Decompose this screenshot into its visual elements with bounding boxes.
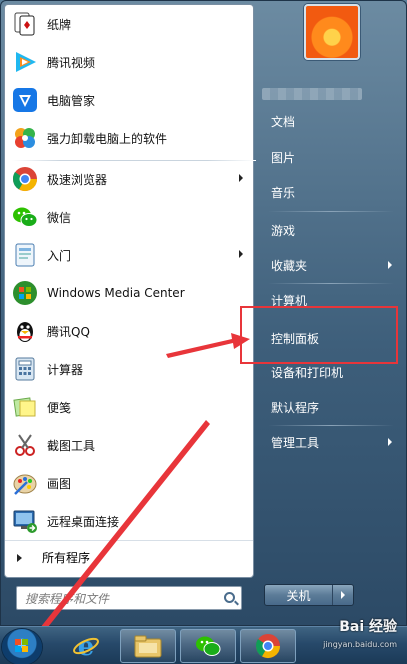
shutdown-button-group: 关机 bbox=[264, 584, 354, 606]
submenu-arrow-icon bbox=[239, 174, 243, 182]
program-list-lower: 极速浏览器 微信 入门 Windows Media Center 腾讯QQ 计算 bbox=[5, 160, 253, 540]
program-label: 入门 bbox=[47, 248, 72, 263]
taskbar-ie-button[interactable]: e bbox=[58, 629, 114, 663]
taskbar-wechat-button[interactable] bbox=[180, 629, 236, 663]
program-item-calculator[interactable]: 计算器 bbox=[5, 350, 253, 388]
divider bbox=[268, 211, 394, 212]
right-item-music[interactable]: 音乐 bbox=[262, 175, 400, 209]
program-label: 远程桌面连接 bbox=[47, 514, 120, 529]
right-item-documents[interactable]: 文档 bbox=[262, 104, 400, 138]
start-orb-button[interactable] bbox=[2, 629, 42, 664]
pc-manager-shield-icon bbox=[9, 84, 41, 116]
program-label: 电脑管家 bbox=[47, 93, 96, 108]
right-item-label: 文档 bbox=[271, 114, 296, 129]
search-icon bbox=[224, 592, 235, 603]
all-programs-button[interactable]: 所有程序 bbox=[5, 540, 253, 574]
chrome-like-browser-icon bbox=[255, 634, 280, 659]
svg-text:e: e bbox=[78, 632, 95, 661]
right-item-pictures[interactable]: 图片 bbox=[262, 140, 400, 174]
watermark-url: jingyan.baidu.com bbox=[323, 640, 397, 649]
program-item-browser[interactable]: 极速浏览器 bbox=[5, 160, 253, 198]
triangle-right-icon bbox=[17, 553, 22, 562]
program-label: 计算器 bbox=[47, 362, 84, 377]
submenu-arrow-icon bbox=[388, 438, 392, 446]
program-label: 强力卸载电脑上的软件 bbox=[47, 131, 168, 146]
program-label: 画图 bbox=[47, 476, 72, 491]
annotation-highlight-box bbox=[240, 306, 398, 364]
program-item-pc-manager[interactable]: 电脑管家 bbox=[5, 81, 253, 119]
program-item-windows-media-center[interactable]: Windows Media Center bbox=[5, 274, 253, 312]
program-item-qq[interactable]: 腾讯QQ bbox=[5, 312, 253, 350]
right-item-favorites[interactable]: 收藏夹 bbox=[262, 248, 400, 282]
snipping-tool-icon bbox=[9, 429, 41, 461]
solitaire-cards-icon bbox=[9, 8, 41, 40]
chevron-right-icon bbox=[341, 591, 345, 599]
getting-started-icon bbox=[9, 239, 41, 271]
program-label: 纸牌 bbox=[47, 17, 72, 32]
windows-logo-icon bbox=[15, 639, 28, 652]
right-item-games[interactable]: 游戏 bbox=[262, 213, 400, 247]
program-item-paint[interactable]: 画图 bbox=[5, 464, 253, 502]
right-item-label: 设备和打印机 bbox=[271, 365, 344, 380]
windows-media-center-icon bbox=[9, 277, 41, 309]
shutdown-button[interactable]: 关机 bbox=[265, 585, 333, 605]
paint-palette-icon bbox=[9, 467, 41, 499]
program-item-snipping-tool[interactable]: 截图工具 bbox=[5, 426, 253, 464]
program-label: 极速浏览器 bbox=[47, 172, 108, 187]
program-list: 纸牌 腾讯视频 电脑管家 强力卸载电脑上的软件 bbox=[5, 5, 253, 157]
chrome-like-browser-icon bbox=[9, 163, 41, 195]
tencent-video-icon bbox=[9, 46, 41, 78]
program-item-uninstaller[interactable]: 强力卸载电脑上的软件 bbox=[5, 119, 253, 157]
program-label: Windows Media Center bbox=[47, 286, 185, 300]
sticky-notes-icon bbox=[9, 391, 41, 423]
search-input[interactable]: 搜索程序和文件 bbox=[16, 586, 242, 610]
right-item-label: 默认程序 bbox=[271, 400, 320, 415]
program-item-wechat[interactable]: 微信 bbox=[5, 198, 253, 236]
file-explorer-icon bbox=[134, 635, 162, 658]
program-label: 便笺 bbox=[47, 400, 72, 415]
remote-desktop-icon bbox=[9, 505, 41, 537]
right-item-admin-tools[interactable]: 管理工具 bbox=[262, 425, 400, 459]
right-item-label: 音乐 bbox=[271, 185, 296, 200]
program-label: 腾讯视频 bbox=[47, 55, 96, 70]
program-item-tencent-video[interactable]: 腾讯视频 bbox=[5, 43, 253, 81]
wechat-icon bbox=[196, 636, 221, 656]
program-item-solitaire[interactable]: 纸牌 bbox=[5, 5, 253, 43]
program-label: 微信 bbox=[47, 210, 72, 225]
right-item-default-programs[interactable]: 默认程序 bbox=[262, 390, 400, 424]
baidu-jingyan-watermark: Bai 经验 jingyan.baidu.com bbox=[323, 616, 397, 649]
right-item-label: 管理工具 bbox=[271, 435, 320, 450]
internet-explorer-icon: e bbox=[73, 632, 99, 661]
blurred-user-name bbox=[262, 88, 362, 100]
program-label: 截图工具 bbox=[47, 438, 96, 453]
shutdown-options-button[interactable] bbox=[333, 585, 353, 605]
program-item-getting-started[interactable]: 入门 bbox=[5, 236, 253, 274]
user-avatar-flower[interactable] bbox=[304, 4, 360, 60]
shutdown-label: 关机 bbox=[286, 588, 311, 603]
submenu-arrow-icon bbox=[388, 261, 392, 269]
search-placeholder: 搜索程序和文件 bbox=[25, 591, 110, 606]
program-item-sticky-notes[interactable]: 便笺 bbox=[5, 388, 253, 426]
right-item-label: 收藏夹 bbox=[271, 258, 308, 273]
program-item-remote-desktop[interactable]: 远程桌面连接 bbox=[5, 502, 253, 540]
right-item-label: 游戏 bbox=[271, 223, 296, 238]
right-item-label: 图片 bbox=[271, 150, 296, 165]
uninstaller-flower-icon bbox=[9, 122, 41, 154]
taskbar-explorer-button[interactable] bbox=[120, 629, 176, 663]
qq-penguin-icon bbox=[9, 315, 41, 347]
calculator-icon bbox=[9, 353, 41, 385]
wechat-icon bbox=[9, 201, 41, 233]
all-programs-label: 所有程序 bbox=[42, 551, 91, 565]
search-area: 搜索程序和文件 bbox=[4, 578, 254, 622]
submenu-arrow-icon bbox=[239, 250, 243, 258]
taskbar-browser-button[interactable] bbox=[240, 629, 296, 663]
program-label: 腾讯QQ bbox=[47, 324, 90, 339]
watermark-logo: Bai 经验 bbox=[339, 619, 397, 635]
